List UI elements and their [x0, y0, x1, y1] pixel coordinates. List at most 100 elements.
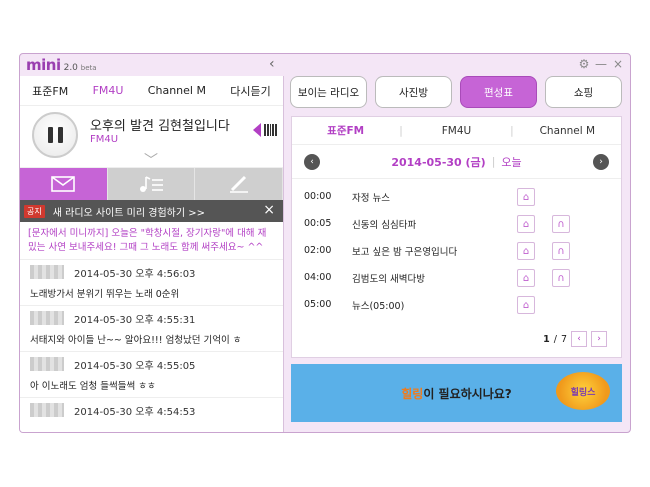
headphones-icon[interactable]: ∩	[552, 242, 570, 260]
page-prev-button[interactable]: ‹	[571, 331, 587, 347]
table-row: 00:05 신동의 심심타파 ⌂ ∩	[292, 210, 621, 237]
program-name: 뉴스(05:00)	[352, 300, 405, 312]
logo-beta: beta	[80, 64, 97, 72]
list-item: 2014-05-30 오후 4:55:31 서태지와 아이들 난~~ 알아요!!…	[20, 306, 283, 352]
page-current: 1	[543, 333, 550, 345]
prev-date-button[interactable]: ‹	[304, 154, 320, 170]
tab-messages[interactable]	[20, 168, 108, 200]
home-icon[interactable]: ⌂	[517, 296, 535, 314]
divider: |	[491, 155, 496, 168]
message-list: 2014-05-30 오후 4:56:03 노래방가서 분위기 뛰우는 노래 0…	[20, 260, 283, 432]
notice-badge: 공지	[24, 204, 45, 218]
photo-room-button[interactable]: 사진방	[375, 76, 452, 108]
message-time: 2014-05-30 오후 4:56:03	[74, 269, 196, 280]
message-time: 2014-05-30 오후 4:54:53	[74, 407, 196, 418]
avatar	[30, 311, 64, 325]
tab-replay[interactable]: 다시듣기	[230, 83, 270, 99]
home-icon[interactable]: ⌂	[517, 269, 535, 287]
banner-logo: 힐링스	[556, 372, 610, 410]
program-title: 오후의 발견 김현철입니다	[90, 119, 230, 134]
program-channel: FM4U	[90, 134, 119, 145]
table-row: 04:00 김범도의 새벽다방 ⌂ ∩	[292, 264, 621, 291]
program-name: 자정 뉴스	[352, 192, 390, 204]
now-playing: 오후의 발견 김현철입니다 FM4U ﹀	[20, 106, 283, 168]
tool-tabs	[20, 168, 284, 200]
list-item: 2014-05-30 오후 4:56:03 노래방가서 분위기 뛰우는 노래 0…	[20, 260, 283, 306]
program-time: 00:00	[304, 191, 332, 202]
app-window: mini 2.0 beta ‹ ⚙ — × 표준FM FM4U Channel …	[19, 53, 631, 433]
top-buttons: 보이는 라디오 사진방 편성표 쇼핑	[290, 76, 622, 108]
home-icon[interactable]: ⌂	[517, 242, 535, 260]
program-time: 05:00	[304, 299, 332, 310]
tab-schedule-fm4u[interactable]: FM4U	[403, 125, 510, 137]
close-icon[interactable]: ×	[612, 57, 624, 71]
list-item: 2014-05-30 오후 4:54:53	[20, 398, 283, 432]
message-text: 서태지와 아이들 난~~ 알아요!!! 엄청났던 기억이 ㅎ	[30, 335, 242, 346]
logo-version: 2.0	[63, 63, 78, 73]
tab-schedule-channel-m[interactable]: Channel M	[514, 125, 621, 137]
pause-icon	[47, 127, 63, 143]
message-time: 2014-05-30 오후 4:55:31	[74, 315, 196, 326]
visible-radio-button[interactable]: 보이는 라디오	[290, 76, 367, 108]
logo-text: mini	[26, 56, 61, 74]
next-date-button[interactable]: ›	[593, 154, 609, 170]
notice-bar[interactable]: 공지 새 라디오 사이트 미리 경험하기 >> ×	[20, 200, 283, 222]
pagination: 1 / 7 ‹ ›	[543, 331, 607, 347]
tab-fm4u[interactable]: FM4U	[93, 84, 124, 97]
schedule-button[interactable]: 편성표	[460, 76, 537, 108]
tab-schedule-standard-fm[interactable]: 표준FM	[292, 123, 399, 138]
pencil-icon	[229, 175, 248, 193]
avatar	[30, 357, 64, 371]
program-time: 04:00	[304, 272, 332, 283]
pinned-message: [문자에서 미니까지] 오늘은 "학창시절, 장기자랑"에 대해 재밌는 사연 …	[20, 222, 283, 260]
tab-channel-m[interactable]: Channel M	[148, 84, 206, 97]
tab-playlist[interactable]	[107, 168, 196, 200]
today-link[interactable]: 오늘	[501, 154, 521, 170]
notice-text[interactable]: 새 라디오 사이트 미리 경험하기 >>	[53, 204, 205, 219]
settings-icon[interactable]: ⚙	[578, 57, 590, 71]
avatar	[30, 403, 64, 417]
minimize-icon[interactable]: —	[595, 57, 607, 71]
notice-close-icon[interactable]: ×	[263, 203, 275, 217]
headphones-icon[interactable]: ∩	[552, 269, 570, 287]
program-name: 김범도의 새벽다방	[352, 273, 425, 285]
channel-tabs: 표준FM FM4U Channel M 다시듣기	[20, 76, 283, 106]
headphones-icon[interactable]: ∩	[552, 215, 570, 233]
avatar	[30, 265, 64, 279]
shopping-button[interactable]: 쇼핑	[545, 76, 622, 108]
tab-write[interactable]	[195, 168, 284, 200]
right-panel: 보이는 라디오 사진방 편성표 쇼핑 표준FM | FM4U | Channel…	[285, 76, 630, 432]
table-row: 05:00 뉴스(05:00) ⌂	[292, 291, 621, 318]
program-time: 00:05	[304, 218, 332, 229]
tab-standard-fm[interactable]: 표준FM	[32, 83, 68, 99]
schedule-list: 00:00 자정 뉴스 ⌂ 00:05 신동의 심심타파 ⌂ ∩ 02:00 보…	[292, 179, 621, 318]
program-name: 보고 싶은 밤 구은영입니다	[352, 246, 458, 258]
title-bar: mini 2.0 beta ‹ ⚙ — ×	[20, 54, 630, 76]
left-panel: 표준FM FM4U Channel M 다시듣기 오후의 발견 김현철입니다 F…	[20, 76, 284, 432]
ad-banner[interactable]: 힐링이 필요하시나요? 힐링스	[291, 364, 622, 422]
date-navigator: ‹ 2014-05-30 (금) | 오늘 ›	[292, 145, 621, 179]
home-icon[interactable]: ⌂	[517, 215, 535, 233]
program-name: 신동의 심심타파	[352, 219, 417, 231]
window-controls: ⚙ — ×	[578, 57, 624, 71]
schedule-panel: 표준FM | FM4U | Channel M ‹ 2014-05-30 (금)…	[291, 116, 622, 358]
app-logo: mini 2.0 beta	[26, 56, 97, 74]
message-time: 2014-05-30 오후 4:55:05	[74, 361, 196, 372]
page-next-button[interactable]: ›	[591, 331, 607, 347]
playlist-icon	[140, 176, 163, 192]
chevron-down-icon[interactable]: ﹀	[138, 154, 164, 168]
message-text: 노래방가서 분위기 뛰우는 노래 0순위	[30, 289, 180, 300]
pause-button[interactable]	[32, 112, 78, 158]
banner-text: 이 필요하시나요?	[423, 386, 512, 401]
schedule-tabs: 표준FM | FM4U | Channel M	[292, 117, 621, 145]
table-row: 00:00 자정 뉴스 ⌂	[292, 183, 621, 210]
mail-icon	[51, 176, 76, 192]
home-icon[interactable]: ⌂	[517, 188, 535, 206]
page-total: 7	[560, 333, 567, 345]
message-text: 아 이노래도 엄청 들썩들썩 ㅎㅎ	[30, 381, 156, 392]
collapse-icon[interactable]: ‹	[269, 57, 281, 71]
table-row: 02:00 보고 싶은 밤 구은영입니다 ⌂ ∩	[292, 237, 621, 264]
volume-icon[interactable]	[253, 122, 277, 138]
schedule-date: 2014-05-30 (금)	[391, 155, 486, 169]
list-item: 2014-05-30 오후 4:55:05 아 이노래도 엄청 들썩들썩 ㅎㅎ	[20, 352, 283, 398]
